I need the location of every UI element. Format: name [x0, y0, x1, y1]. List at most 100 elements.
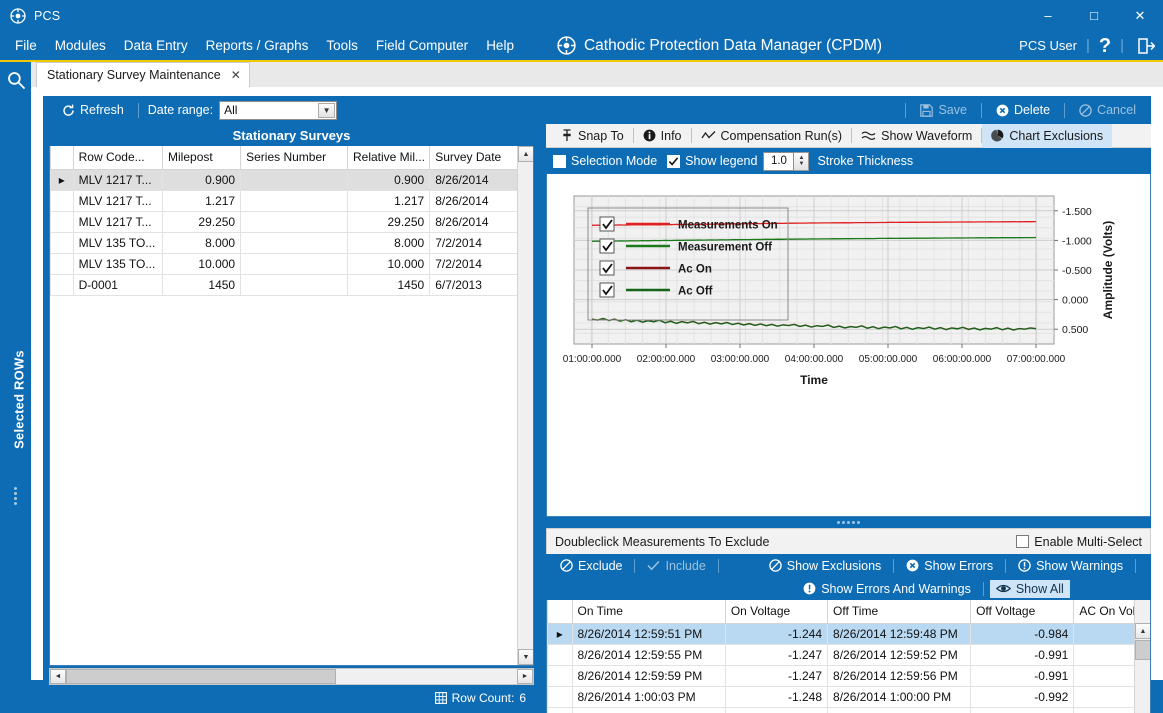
pin-icon	[561, 129, 573, 142]
row-indicator	[50, 210, 74, 233]
svg-text:Ac On: Ac On	[678, 264, 712, 276]
table-row[interactable]: MLV 1217 T... 29.250 29.250 8/26/2014	[50, 210, 533, 233]
logout-icon[interactable]	[1135, 36, 1155, 56]
table-row[interactable]: MLV 135 TO... 10.000 10.000 7/2/2014	[50, 252, 533, 275]
tab-stationary-survey-maintenance[interactable]: Stationary Survey Maintenance ✕	[36, 62, 250, 87]
divider	[1135, 558, 1137, 573]
table-row[interactable]: MLV 1217 T... 1.217 1.217 8/26/2014	[50, 189, 533, 212]
cell-relative: 0.900	[346, 168, 431, 191]
cancel-button[interactable]: Cancel	[1072, 100, 1143, 120]
surveys-vertical-scrollbar[interactable]: ▲ ▼	[517, 146, 533, 665]
table-row[interactable]: 8/26/2014 12:59:55 PM -1.247 8/26/2014 1…	[547, 643, 1150, 666]
stroke-thickness-stepper[interactable]: ▲ ▼	[794, 151, 810, 171]
close-button[interactable]: ✕	[1117, 0, 1163, 31]
show-warnings-label: Show Warnings	[1036, 558, 1124, 573]
warning-icon	[1018, 559, 1031, 572]
menu-item-tools[interactable]: Tools	[317, 35, 367, 56]
refresh-button[interactable]: Refresh	[55, 100, 131, 120]
cell-on-time: 8/26/2014 12:59:55 PM	[571, 643, 726, 666]
col-relative-milepost[interactable]: Relative Mil...	[346, 146, 431, 170]
tab-label: Show Waveform	[881, 128, 973, 143]
scroll-down-icon[interactable]: ▼	[518, 649, 533, 665]
hscroll-thumb[interactable]	[66, 669, 336, 684]
panel-splitter[interactable]	[546, 517, 1151, 528]
left-rail: Selected ROWs	[0, 62, 31, 713]
tab-show-waveform[interactable]: Show Waveform	[852, 124, 981, 148]
tab-chart-exclusions[interactable]: Chart Exclusions	[982, 123, 1113, 148]
menu-item-reports-graphs[interactable]: Reports / Graphs	[197, 35, 318, 56]
col-series-number[interactable]: Series Number	[240, 146, 348, 170]
show-errors-button[interactable]: Show Errors	[900, 557, 999, 575]
enable-multi-select-label: Enable Multi-Select	[1034, 534, 1142, 549]
show-errors-and-warnings-button[interactable]: Show Errors And Warnings	[797, 580, 977, 598]
table-row[interactable]: ▸ 8/26/2014 12:59:51 PM -1.244 8/26/2014…	[547, 622, 1150, 645]
show-exclusions-button[interactable]: Show Exclusions	[763, 557, 888, 575]
cell-off-time: 8/26/2014 12:59:48 PM	[827, 622, 972, 645]
enable-multi-select-checkbox[interactable]	[1016, 535, 1030, 548]
stepper-down-icon[interactable]: ▼	[798, 161, 804, 167]
measurements-vertical-scrollbar[interactable]: ▲ ▼	[1134, 600, 1150, 713]
chevron-down-icon[interactable]: ▼	[318, 102, 336, 118]
exclude-button[interactable]: Exclude	[554, 557, 628, 575]
col-off-time[interactable]: Off Time	[827, 600, 972, 624]
surveys-horizontal-scrollbar[interactable]: ◄ ►	[49, 668, 534, 685]
grid-icon	[434, 692, 447, 704]
menu-item-help[interactable]: Help	[477, 35, 523, 56]
table-row[interactable]: 8/26/2014 1:00:07 PM -1.251 8/26/2014 1:…	[547, 706, 1150, 713]
minimize-button[interactable]: –	[1025, 0, 1071, 31]
col-row-code[interactable]: Row Code...	[72, 146, 164, 170]
date-range-select[interactable]: All ▼	[219, 100, 338, 120]
include-button[interactable]: Include	[641, 557, 711, 575]
hscroll-track[interactable]	[66, 669, 517, 684]
divider: |	[1120, 37, 1124, 54]
product-logo-icon	[557, 36, 576, 55]
col-off-voltage[interactable]: Off Voltage	[970, 600, 1075, 624]
cell-on-time: 8/26/2014 1:00:07 PM	[571, 706, 726, 713]
show-warnings-button[interactable]: Show Warnings	[1012, 557, 1129, 575]
date-range-label: Date range:	[147, 103, 214, 117]
menu-item-data-entry[interactable]: Data Entry	[115, 35, 197, 56]
table-row[interactable]: D-0001 1450 1450 6/7/2013	[50, 273, 533, 296]
divider: |	[1085, 37, 1090, 54]
menu-item-field-computer[interactable]: Field Computer	[367, 35, 477, 56]
table-row[interactable]: 8/26/2014 1:00:03 PM -1.248 8/26/2014 1:…	[547, 685, 1150, 708]
table-row[interactable]: 8/26/2014 12:59:59 PM -1.247 8/26/2014 1…	[547, 664, 1150, 687]
cell-series	[240, 252, 348, 275]
table-header-row: On Time On Voltage Off Time Off Voltage …	[547, 600, 1150, 624]
delete-button[interactable]: Delete	[989, 100, 1057, 120]
chart-canvas[interactable]: -1.500 -1.000 -0.500 0.000 0.500 01:00:00.000…	[547, 174, 1150, 515]
vscroll-thumb[interactable]	[1135, 640, 1150, 660]
stroke-thickness-input[interactable]: 1.0	[763, 151, 795, 171]
divider	[905, 102, 907, 118]
rail-grip-handle[interactable]	[13, 487, 18, 505]
left-panel-toolbar: Refresh Date range: All ▼	[43, 96, 540, 124]
menu-item-file[interactable]: File	[6, 35, 46, 56]
svg-text:0.500: 0.500	[1062, 324, 1088, 336]
col-milepost[interactable]: Milepost	[162, 146, 242, 170]
col-on-time[interactable]: On Time	[571, 600, 726, 624]
row-indicator	[50, 252, 74, 275]
tab-compensation-runs[interactable]: Compensation Run(s)	[692, 124, 852, 148]
tab-close-icon[interactable]: ✕	[231, 68, 241, 82]
scroll-up-icon[interactable]: ▲	[1135, 623, 1150, 639]
menu-item-modules[interactable]: Modules	[46, 35, 115, 56]
show-legend-checkbox[interactable]	[667, 154, 681, 168]
save-button[interactable]: Save	[913, 100, 974, 120]
tab-snap-to[interactable]: Snap To	[552, 124, 633, 148]
show-all-button[interactable]: Show All	[989, 579, 1070, 598]
exclude-label: Exclude	[578, 558, 623, 573]
search-icon[interactable]	[4, 68, 28, 92]
table-row[interactable]: MLV 135 TO... 8.000 8.000 7/2/2014	[50, 231, 533, 254]
scroll-left-icon[interactable]: ◄	[50, 669, 66, 684]
tab-info[interactable]: Info	[634, 124, 691, 148]
col-on-voltage[interactable]: On Voltage	[724, 600, 829, 624]
table-row[interactable]: ▸ MLV 1217 T... 0.900 0.900 8/26/2014	[50, 168, 533, 191]
refresh-label: Refresh	[80, 103, 124, 117]
measurements-chart[interactable]: -1.500 -1.000 -0.500 0.000 0.500 01:00:00.000…	[546, 174, 1151, 517]
selection-mode-checkbox[interactable]	[553, 154, 566, 168]
date-range-value: All	[224, 103, 238, 117]
scroll-up-icon[interactable]: ▲	[518, 146, 533, 162]
maximize-button[interactable]: □	[1071, 0, 1117, 31]
help-icon[interactable]: ?	[1099, 36, 1111, 56]
scroll-right-icon[interactable]: ►	[517, 669, 533, 684]
